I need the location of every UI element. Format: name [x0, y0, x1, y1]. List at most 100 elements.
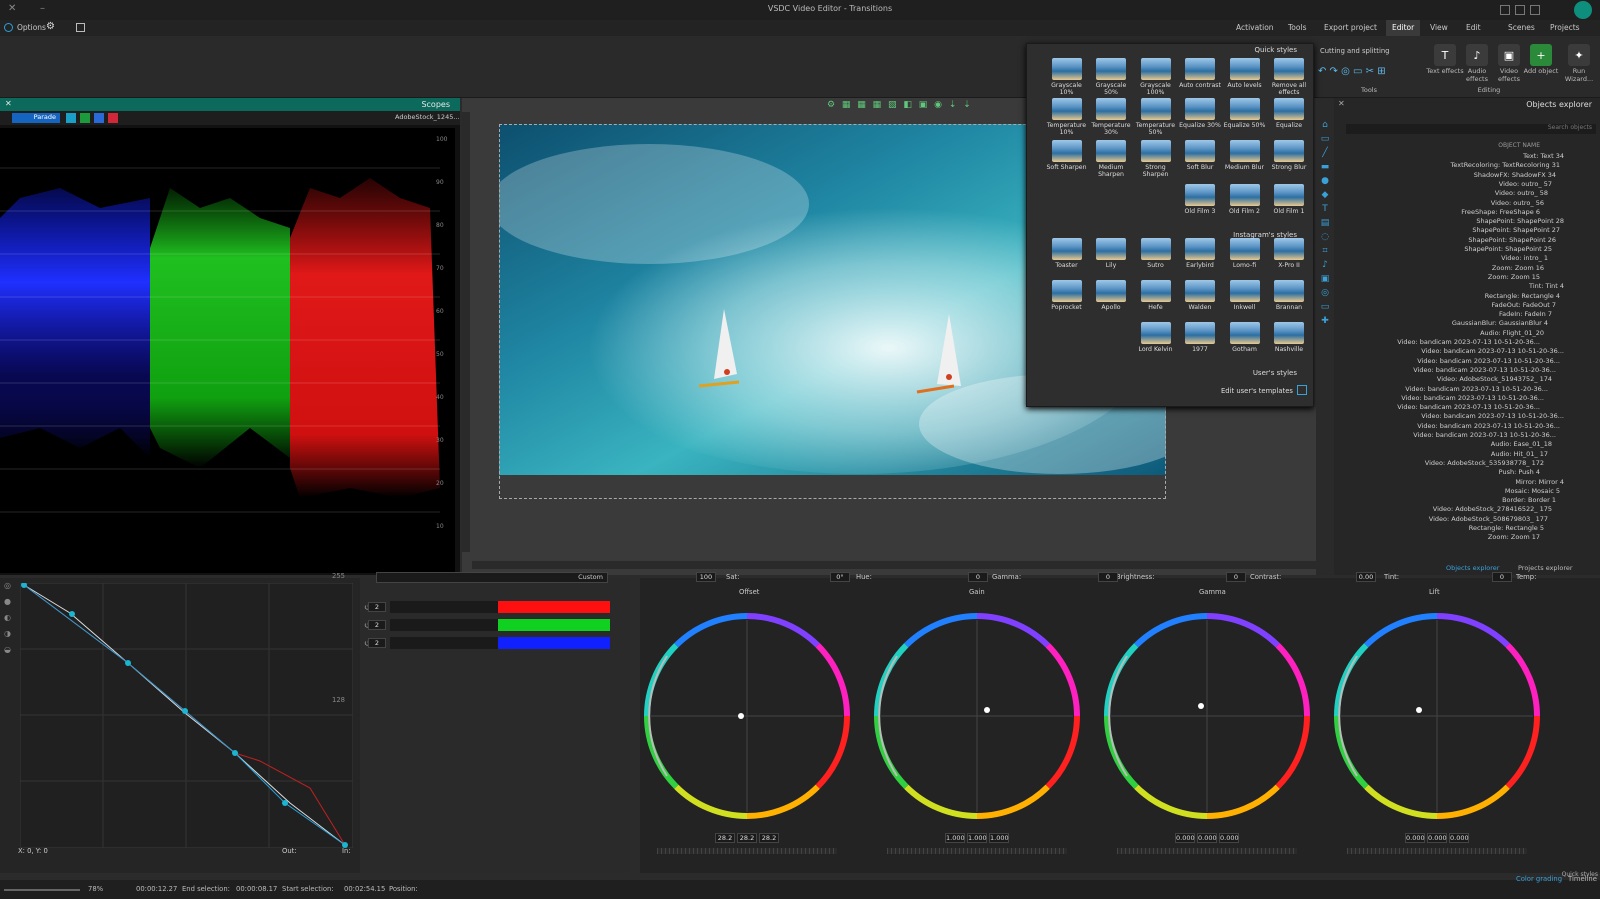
- quick-style-thumb[interactable]: Walden: [1178, 280, 1222, 322]
- tab-objects-explorer[interactable]: Objects explorer: [1446, 564, 1499, 572]
- blue-slider[interactable]: [390, 637, 610, 649]
- tree-item[interactable]: FadeOut: FadeOut 7: [1491, 301, 1556, 309]
- channel-green-toggle[interactable]: [80, 113, 90, 123]
- tree-item[interactable]: Video: bandicam 2023-07-13 10-51-20-36..…: [1421, 347, 1564, 355]
- tree-item[interactable]: TextRecoloring: TextRecoloring 31: [1451, 161, 1560, 169]
- window-icon-1[interactable]: [1500, 5, 1510, 15]
- red-value[interactable]: 2: [368, 602, 386, 612]
- edit-templates-icon[interactable]: [1297, 385, 1307, 395]
- wheel-value-field[interactable]: 1.000: [945, 833, 965, 843]
- tree-item[interactable]: Video: outro_ 57: [1499, 180, 1552, 188]
- tree-item[interactable]: Audio: Flight_01_20: [1480, 329, 1544, 337]
- color-wheel[interactable]: [637, 606, 857, 826]
- edit-templates-link[interactable]: Edit user's templates: [1221, 387, 1293, 395]
- scope-source-select[interactable]: AdobeStock_1245...: [395, 113, 460, 121]
- tree-item[interactable]: Mirror: Mirror 4: [1515, 478, 1564, 486]
- tree-item[interactable]: Rectangle: Rectangle 5: [1469, 524, 1544, 532]
- tree-item[interactable]: Video: bandicam 2023-07-13 10-51-20-36..…: [1413, 366, 1556, 374]
- wheel-value-field[interactable]: 1.000: [989, 833, 1009, 843]
- menu-tools[interactable]: Tools: [1288, 23, 1306, 32]
- quick-style-thumb[interactable]: Lomo-fi: [1223, 238, 1267, 280]
- options-menu[interactable]: Options: [17, 23, 46, 32]
- info-icon[interactable]: [4, 23, 13, 32]
- blue-value[interactable]: 2: [368, 638, 386, 648]
- quick-style-thumb[interactable]: Auto levels: [1223, 58, 1267, 100]
- brightness-field[interactable]: 0: [1098, 572, 1118, 582]
- tree-item[interactable]: Video: outro_ 58: [1495, 189, 1548, 197]
- close-scopes-icon[interactable]: ✕: [5, 99, 12, 108]
- tab-projects-explorer[interactable]: Projects explorer: [1518, 564, 1573, 572]
- tree-item[interactable]: ShapePoint: ShapePoint 26: [1468, 236, 1556, 244]
- quick-style-thumb[interactable]: Grayscale 100%: [1134, 58, 1178, 100]
- run-wizard-button[interactable]: ✦: [1568, 44, 1590, 66]
- wheel-value-field[interactable]: 1.000: [967, 833, 987, 843]
- tree-item[interactable]: Video: bandicam 2023-07-13 10-51-20-36..…: [1421, 412, 1564, 420]
- window-icon-2[interactable]: [1515, 5, 1525, 15]
- tab-timeline[interactable]: Timeline: [1568, 875, 1597, 883]
- tree-item[interactable]: ShapePoint: ShapePoint 27: [1472, 226, 1560, 234]
- tree-item[interactable]: Tint: Tint 4: [1529, 282, 1564, 290]
- text-effects-button[interactable]: T: [1434, 44, 1456, 66]
- tree-item[interactable]: Mosaic: Mosaic 5: [1505, 487, 1560, 495]
- wheel-value-field[interactable]: 0.000: [1219, 833, 1239, 843]
- gamma-field[interactable]: 0: [968, 572, 988, 582]
- menu-projects[interactable]: Projects: [1550, 23, 1580, 32]
- wheel-value-field[interactable]: 0.000: [1449, 833, 1469, 843]
- add-object-button[interactable]: +: [1530, 44, 1552, 66]
- channel-blue-toggle[interactable]: [94, 113, 104, 123]
- video-effects-button[interactable]: ▣: [1498, 44, 1520, 66]
- tree-item[interactable]: Zoom: Zoom 15: [1488, 273, 1540, 281]
- quick-style-thumb[interactable]: Brannan: [1267, 280, 1311, 322]
- color-wheel[interactable]: [867, 606, 1087, 826]
- quick-style-thumb[interactable]: Medium Sharpen: [1089, 140, 1133, 182]
- tree-item[interactable]: Border: Border 1: [1502, 496, 1556, 504]
- quick-style-thumb[interactable]: Inkwell: [1223, 280, 1267, 322]
- close-icon[interactable]: ✕: [8, 3, 16, 14]
- tint-field[interactable]: 0.00: [1356, 572, 1376, 582]
- tab-color-grading[interactable]: Color grading: [1516, 875, 1562, 883]
- menu-activation[interactable]: Activation: [1236, 23, 1274, 32]
- channel-luma-toggle[interactable]: [66, 113, 76, 123]
- wheel-master-slider[interactable]: [1117, 848, 1297, 854]
- tree-item[interactable]: Video: bandicam 2023-07-13 10-51-20-36..…: [1405, 385, 1548, 393]
- quick-style-thumb[interactable]: Lily: [1089, 238, 1133, 280]
- quick-style-thumb[interactable]: Strong Blur: [1267, 140, 1311, 182]
- green-value[interactable]: 2: [368, 620, 386, 630]
- menu-view[interactable]: View: [1430, 23, 1448, 32]
- tree-item[interactable]: Video: AdobeStock_508679803_ 177: [1429, 515, 1548, 523]
- tree-item[interactable]: Rectangle: Rectangle 4: [1485, 292, 1560, 300]
- temp-field[interactable]: 0: [1492, 572, 1512, 582]
- preview-toolbar[interactable]: ⚙ ▦ ▦ ▦ ▧ ◧ ▣ ◉ ⇣ ⇣: [827, 100, 1007, 112]
- tree-item[interactable]: Video: bandicam 2023-07-13 10-51-20-36..…: [1413, 431, 1556, 439]
- tree-item[interactable]: Push: Push 4: [1499, 468, 1540, 476]
- quick-style-thumb[interactable]: Strong Sharpen: [1134, 140, 1178, 182]
- tree-item[interactable]: Zoom: Zoom 16: [1492, 264, 1544, 272]
- quick-style-thumb[interactable]: Temperature 10%: [1045, 98, 1089, 140]
- tree-item[interactable]: ShapePoint: ShapePoint 28: [1476, 217, 1564, 225]
- color-wheel[interactable]: [1097, 606, 1317, 826]
- wheel-value-field[interactable]: 28.2: [715, 833, 735, 843]
- curve-channel-icons[interactable]: ◎ ● ◐ ◑ ◒: [4, 578, 16, 658]
- quick-style-thumb[interactable]: Equalize 30%: [1178, 98, 1222, 140]
- color-wheel[interactable]: [1327, 606, 1547, 826]
- preview-scrollbar-v[interactable]: [462, 112, 470, 552]
- scope-mode-select[interactable]: Parade: [12, 113, 60, 123]
- minimize-icon[interactable]: –: [40, 3, 45, 14]
- explorer-close-icon[interactable]: ✕: [1338, 99, 1345, 108]
- wheel-value-field[interactable]: 0.000: [1405, 833, 1425, 843]
- quick-style-thumb[interactable]: Sutro: [1134, 238, 1178, 280]
- tree-item[interactable]: ShadowFX: ShadowFX 34: [1474, 171, 1556, 179]
- tree-item[interactable]: Video: AdobeStock_51943752_ 174: [1437, 375, 1552, 383]
- quick-style-thumb[interactable]: Apollo: [1089, 280, 1133, 322]
- window-icon-3[interactable]: [1530, 5, 1540, 15]
- wheel-value-field[interactable]: 0.000: [1197, 833, 1217, 843]
- quick-style-thumb[interactable]: Temperature 50%: [1134, 98, 1178, 140]
- menu-export[interactable]: Export project: [1324, 23, 1377, 32]
- explorer-search-input[interactable]: Search objects: [1346, 124, 1596, 134]
- tree-item[interactable]: Video: bandicam 2023-07-13 10-51-20-36..…: [1417, 422, 1560, 430]
- options-gear-icon[interactable]: ⚙: [46, 21, 55, 32]
- quick-style-thumb[interactable]: Poprocket: [1045, 280, 1089, 322]
- quick-style-thumb[interactable]: Grayscale 10%: [1045, 58, 1089, 100]
- menu-edit[interactable]: Edit: [1466, 23, 1481, 32]
- toolstrip-icons[interactable]: ⌂ ▭ ╱ ▬ ● ◆ T ▤ ◌ ⌗ ♪ ▣ ◎ ▭ ✚: [1318, 118, 1332, 328]
